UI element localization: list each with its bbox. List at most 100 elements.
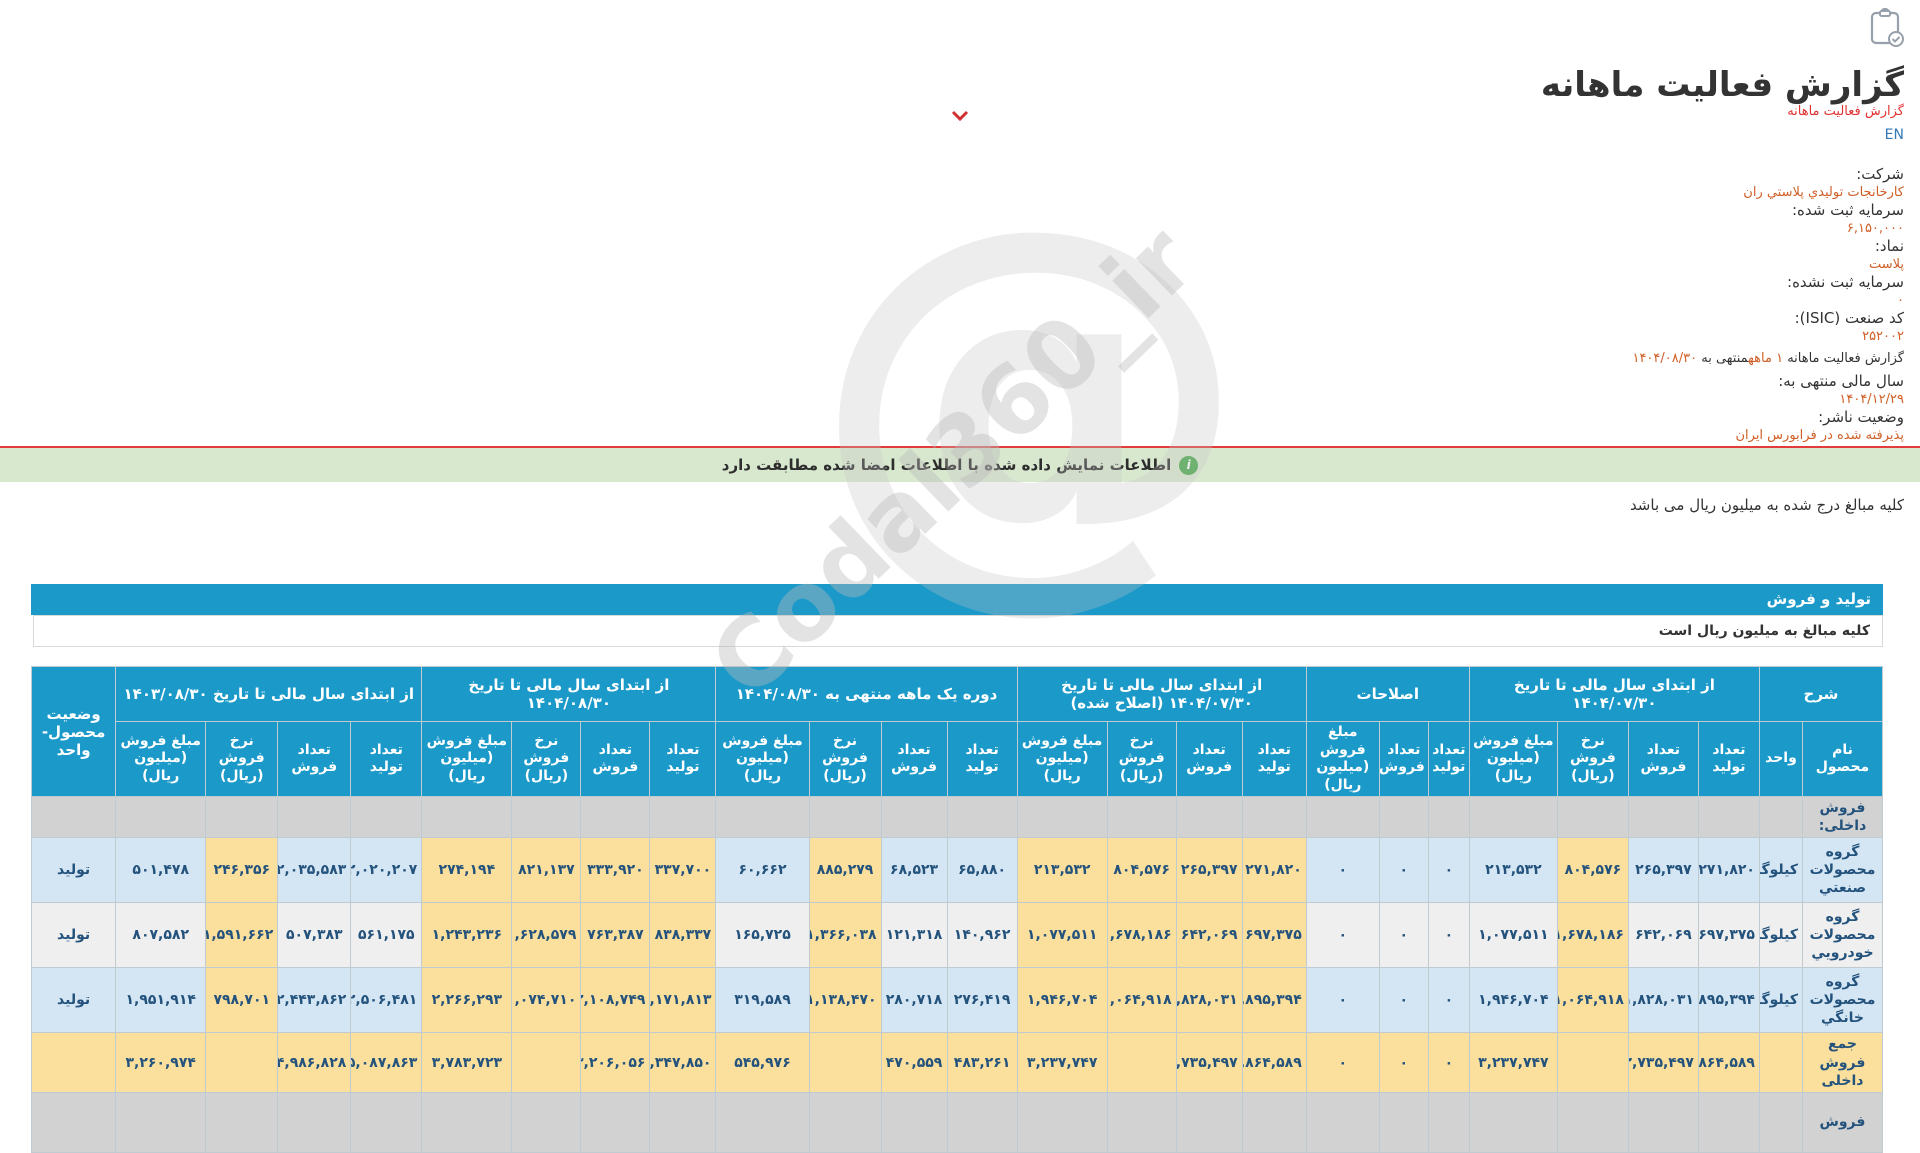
cell-c-rate (809, 797, 881, 838)
cell-d-prod (650, 1092, 716, 1152)
company-info-value-2[interactable]: پلاست (1632, 256, 1904, 273)
units-note-row: کلیه مبالغ به میلیون ریال است (33, 615, 1883, 647)
company-info-panel: شرکت:کارخانجات توليدي پلاستي ران سرمایه ث… (1632, 165, 1904, 444)
header-e-amount: مبلغ فروش (میلیون ریال) (116, 722, 206, 797)
cell-d-prod: ۳,۳۴۷,۸۵۰ (650, 1033, 716, 1093)
cell-b-rate (1107, 1033, 1176, 1093)
cell-a-amount: ۳,۲۳۷,۷۴۷ (1469, 1033, 1557, 1093)
cell-b-rate (1107, 1092, 1176, 1152)
cell-c-sold (881, 797, 947, 838)
cell-c-prod: ۶۵,۸۸۰ (947, 838, 1017, 903)
cell-c-amount (716, 1092, 809, 1152)
cell-b-rate (1107, 797, 1176, 838)
cell-adj-amount: ۰ (1306, 903, 1379, 968)
cell-adj-prod: ۰ (1428, 838, 1469, 903)
cell-adj-amount: ۰ (1306, 1033, 1379, 1093)
header-a-prod: تعداد تولید (1698, 722, 1759, 797)
info-icon: i (1179, 456, 1198, 475)
cell-a-amount: ۱,۹۴۶,۷۰۴ (1469, 968, 1557, 1033)
report-clipboard-icon[interactable] (1866, 6, 1906, 54)
fiscal-year-value[interactable]: ۱۴۰۴/۱۲/۲۹ (1632, 391, 1904, 408)
cell-a-amount (1469, 797, 1557, 838)
header-d-rate: نرخ فروش (ریال) (512, 722, 581, 797)
signed-banner-text: اطلاعات نمایش داده شده با اطلاعات امضا ش… (722, 456, 1171, 474)
cell-e-prod (351, 797, 422, 838)
header-c-rate: نرخ فروش (ریال) (809, 722, 881, 797)
cell-d-rate: ۸۲۱,۱۳۷ (512, 838, 581, 903)
cell-e-prod: ۵۶۱,۱۷۵ (351, 903, 422, 968)
company-info-label-0: شرکت: (1632, 165, 1904, 184)
cell-adj-sold: ۰ (1379, 1033, 1428, 1093)
cell-e-sold (278, 1092, 351, 1152)
company-info-value-4[interactable]: ۲۵۲۰۰۲ (1632, 328, 1904, 345)
cell-product-name: گروه محصولات خانگي (1802, 968, 1882, 1033)
cell-adj-amount: ۰ (1306, 968, 1379, 1033)
header-adj-sold: تعداد فروش (1379, 722, 1428, 797)
cell-c-sold: ۴۷۰,۵۵۹ (881, 1033, 947, 1093)
cell-e-amount: ۸۰۷,۵۸۲ (116, 903, 206, 968)
cell-b-sold: ۶۴۲,۰۶۹ (1176, 903, 1242, 968)
cell-a-prod (1698, 1092, 1759, 1152)
cell-a-sold: ۶۴۲,۰۶۹ (1628, 903, 1698, 968)
amounts-note: کلیه مبالغ درج شده به میلیون ریال می باش… (1630, 496, 1904, 514)
cell-c-sold: ۲۸۰,۷۱۸ (881, 968, 947, 1033)
cell-e-sold: ۴,۹۸۶,۸۲۸ (278, 1033, 351, 1093)
cell-e-amount (116, 1092, 206, 1152)
cell-adj-prod: ۰ (1428, 968, 1469, 1033)
cell-d-rate: ۱,۰۷۴,۷۱۰ (512, 968, 581, 1033)
header-b-sold: تعداد فروش (1176, 722, 1242, 797)
cell-a-prod: ۶۹۷,۳۷۵ (1698, 903, 1759, 968)
header-b-rate: نرخ فروش (ریال) (1107, 722, 1176, 797)
cell-b-amount (1017, 1092, 1107, 1152)
cell-e-rate: ۲۴۶,۳۵۶ (206, 838, 278, 903)
cell-e-prod (351, 1092, 422, 1152)
signed-info-banner: i اطلاعات نمایش داده شده با اطلاعات امضا… (0, 448, 1920, 482)
cell-adj-amount (1306, 1092, 1379, 1152)
cell-e-prod: ۵,۰۸۷,۸۶۳ (351, 1033, 422, 1093)
cell-a-sold (1628, 1092, 1698, 1152)
company-info-value-0[interactable]: کارخانجات توليدي پلاستي ران (1632, 184, 1904, 201)
cell-b-prod (1242, 797, 1306, 838)
cell-b-amount: ۳,۲۳۷,۷۴۷ (1017, 1033, 1107, 1093)
cell-a-rate (1557, 1092, 1628, 1152)
cell-d-prod: ۲,۱۷۱,۸۱۳ (650, 968, 716, 1033)
cell-c-prod: ۴۸۳,۲۶۱ (947, 1033, 1017, 1093)
product-row: گروه محصولات خانگيکیلوگرم۱,۸۹۵,۳۹۴۱,۸۲۸,… (32, 968, 1883, 1033)
cell-b-amount: ۱,۹۴۶,۷۰۴ (1017, 968, 1107, 1033)
company-info-value-1[interactable]: ۶,۱۵۰,۰۰۰ (1632, 220, 1904, 237)
company-info-value-3[interactable]: ۰ (1632, 292, 1904, 309)
cell-a-sold: ۲,۷۳۵,۴۹۷ (1628, 1033, 1698, 1093)
header-status-col: وضعیت محصول- واحد (32, 667, 116, 797)
cell-status (32, 1092, 116, 1152)
header-a-sold: تعداد فروش (1628, 722, 1698, 797)
english-version-link[interactable]: EN (1885, 127, 1904, 143)
cell-status: تولید (32, 968, 116, 1033)
header-d-sold: تعداد فروش (581, 722, 650, 797)
cell-a-prod: ۲,۸۶۴,۵۸۹ (1698, 1033, 1759, 1093)
company-info-label-3: سرمایه ثبت نشده: (1632, 273, 1904, 292)
cell-a-sold (1628, 797, 1698, 838)
cell-d-sold: ۳,۲۰۶,۰۵۶ (581, 1033, 650, 1093)
cell-b-prod: ۲,۸۶۴,۵۸۹ (1242, 1033, 1306, 1093)
cell-adj-sold: ۰ (1379, 838, 1428, 903)
chevron-down-icon[interactable] (951, 106, 969, 125)
cell-a-prod: ۲۷۱,۸۲۰ (1698, 838, 1759, 903)
cell-unit: کیلوگرم (1759, 838, 1802, 903)
report-type-link[interactable]: گزارش فعالیت ماهانه (1787, 104, 1904, 119)
company-info-label-2: نماد: (1632, 237, 1904, 256)
cell-e-amount: ۵۰۱,۴۷۸ (116, 838, 206, 903)
cell-adj-amount: ۰ (1306, 838, 1379, 903)
cell-c-sold: ۶۸,۵۲۳ (881, 838, 947, 903)
cell-e-rate (206, 1092, 278, 1152)
header-adj-prod: تعداد تولید (1428, 722, 1469, 797)
cell-b-rate: ۱,۶۷۸,۱۸۶ (1107, 903, 1176, 968)
cell-c-rate: ۱,۳۶۶,۰۳۸ (809, 903, 881, 968)
cell-adj-prod (1428, 797, 1469, 838)
cell-d-rate: ۱,۶۲۸,۵۷۹ (512, 903, 581, 968)
header-e-rate: نرخ فروش (ریال) (206, 722, 278, 797)
cell-d-sold (581, 1092, 650, 1152)
cell-product-name: فروش داخلی: (1802, 797, 1882, 838)
product-row: گروه محصولات صنعتيکیلوگرم۲۷۱,۸۲۰۲۶۵,۳۹۷۸… (32, 838, 1883, 903)
issuer-status-value[interactable]: پذیرفته شده در فرابورس ایران (1632, 427, 1904, 444)
cell-unit (1759, 1092, 1802, 1152)
